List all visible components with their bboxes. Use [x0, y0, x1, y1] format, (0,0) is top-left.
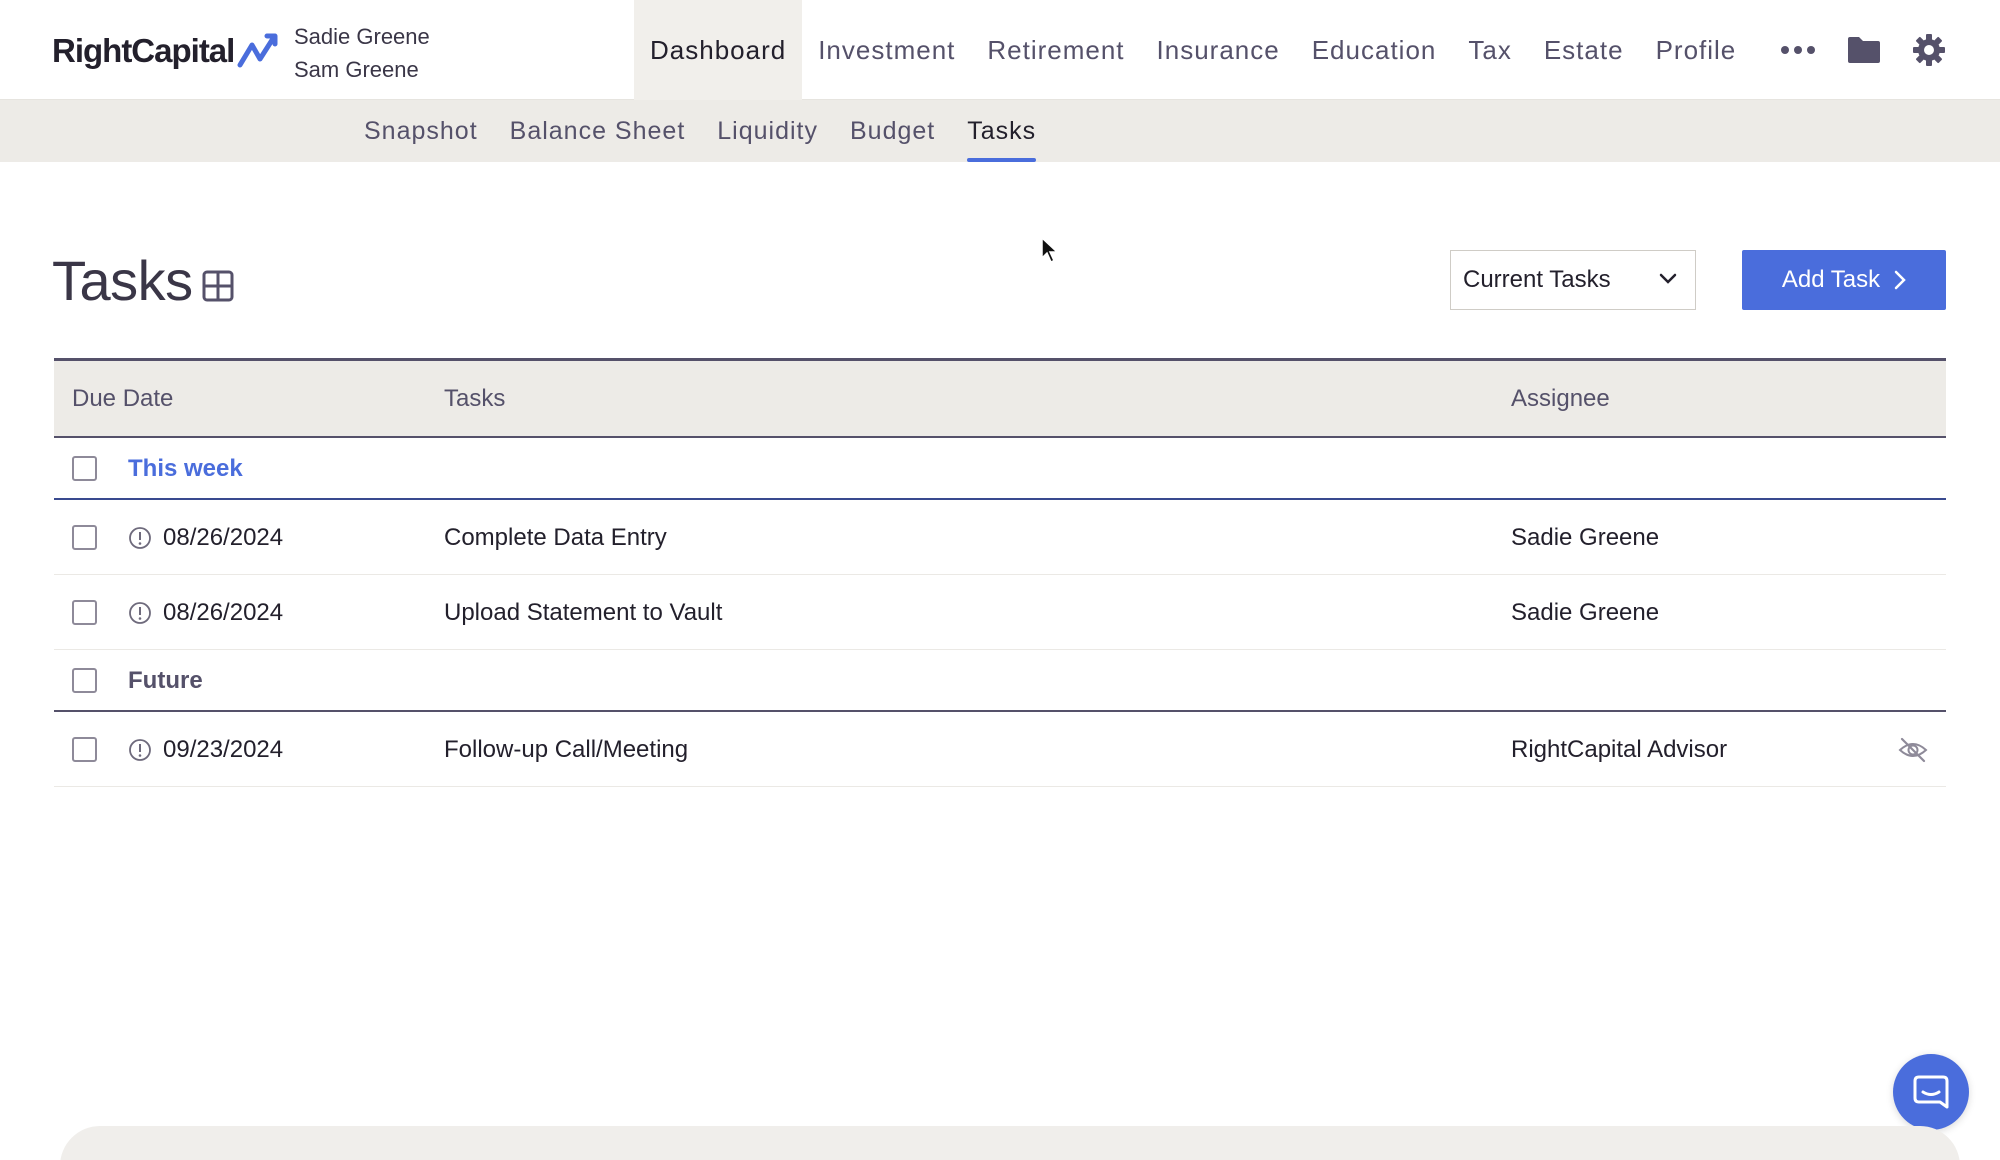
nav-tax[interactable]: Tax: [1452, 0, 1527, 100]
bottom-edge: [60, 1126, 1960, 1160]
group-checkbox[interactable]: [72, 456, 97, 481]
nav-profile[interactable]: Profile: [1640, 0, 1753, 100]
task-name[interactable]: Upload Statement to Vault: [444, 599, 722, 627]
table-header: Due Date Tasks Assignee: [54, 358, 1946, 438]
subnav-budget[interactable]: Budget: [834, 100, 951, 162]
eye-slash-icon[interactable]: [1898, 736, 1928, 764]
group-row-this-week: This week: [54, 438, 1946, 500]
client-name-secondary: Sam Greene: [294, 57, 419, 82]
subnav-snapshot[interactable]: Snapshot: [348, 100, 494, 162]
group-label[interactable]: This week: [128, 455, 243, 483]
chat-icon: [1913, 1075, 1949, 1109]
mouse-cursor-icon: [1041, 236, 1059, 264]
clock-alert-icon: [129, 739, 151, 761]
add-task-button[interactable]: Add Task: [1742, 250, 1946, 310]
header-tasks[interactable]: Tasks: [444, 385, 505, 413]
header-actions: [1780, 0, 1946, 100]
row-checkbox[interactable]: [72, 525, 97, 550]
row-checkbox[interactable]: [72, 737, 97, 762]
tasks-table: Due Date Tasks Assignee This week 08/26/…: [54, 358, 1946, 787]
client-name-primary: Sadie Greene: [294, 24, 430, 49]
due-date: 09/23/2024: [163, 736, 284, 763]
nav-dashboard[interactable]: Dashboard: [634, 0, 803, 100]
assignee: Sadie Greene: [1511, 599, 1660, 626]
group-row-future: Future: [54, 650, 1946, 712]
grid-icon[interactable]: [202, 270, 234, 302]
nav-estate[interactable]: Estate: [1528, 0, 1640, 100]
gear-icon[interactable]: [1912, 33, 1946, 67]
chat-launcher-button[interactable]: [1893, 1054, 1969, 1130]
logo[interactable]: RightCapital: [52, 28, 282, 74]
task-filter-value: Current Tasks: [1463, 266, 1611, 293]
chevron-down-icon: [1659, 273, 1677, 284]
nav-education[interactable]: Education: [1296, 0, 1453, 100]
clock-alert-icon: [129, 602, 151, 624]
logo-text: RightCapital: [52, 32, 235, 69]
task-name[interactable]: Follow-up Call/Meeting: [444, 736, 688, 764]
more-icon[interactable]: [1780, 45, 1816, 55]
due-date: 08/26/2024: [163, 524, 284, 551]
sub-nav: Snapshot Balance Sheet Liquidity Budget …: [0, 100, 2000, 162]
nav-insurance[interactable]: Insurance: [1141, 0, 1296, 100]
top-header: RightCapital Sadie Greene Sam Greene Das…: [0, 0, 2000, 100]
header-assignee[interactable]: Assignee: [1511, 385, 1610, 413]
nav-investment[interactable]: Investment: [802, 0, 971, 100]
table-row[interactable]: 08/26/2024 Upload Statement to Vault Sad…: [54, 575, 1946, 650]
table-row[interactable]: 08/26/2024 Complete Data Entry Sadie Gre…: [54, 500, 1946, 575]
assignee: RightCapital Advisor: [1511, 736, 1728, 763]
row-checkbox[interactable]: [72, 600, 97, 625]
assignee: Sadie Greene: [1511, 524, 1660, 551]
clock-alert-icon: [129, 527, 151, 549]
chevron-right-icon: [1894, 270, 1906, 290]
subnav-tasks[interactable]: Tasks: [951, 100, 1052, 162]
logo-arrow-icon: [237, 33, 278, 68]
task-filter-select[interactable]: Current Tasks: [1450, 250, 1696, 310]
subnav-liquidity[interactable]: Liquidity: [701, 100, 834, 162]
page-title: Tasks: [52, 249, 193, 312]
main-nav: Dashboard Investment Retirement Insuranc…: [634, 0, 1752, 100]
add-task-label: Add Task: [1781, 266, 1881, 293]
group-checkbox[interactable]: [72, 668, 97, 693]
group-label[interactable]: Future: [128, 667, 203, 695]
table-row[interactable]: 09/23/2024 Follow-up Call/Meeting RightC…: [54, 712, 1946, 787]
nav-retirement[interactable]: Retirement: [971, 0, 1140, 100]
client-names[interactable]: Sadie Greene Sam Greene: [294, 20, 430, 86]
folder-icon[interactable]: [1846, 35, 1882, 65]
subnav-balance-sheet[interactable]: Balance Sheet: [494, 100, 702, 162]
due-date: 08/26/2024: [163, 599, 284, 626]
header-due-date[interactable]: Due Date: [72, 385, 173, 413]
task-name[interactable]: Complete Data Entry: [444, 524, 667, 552]
